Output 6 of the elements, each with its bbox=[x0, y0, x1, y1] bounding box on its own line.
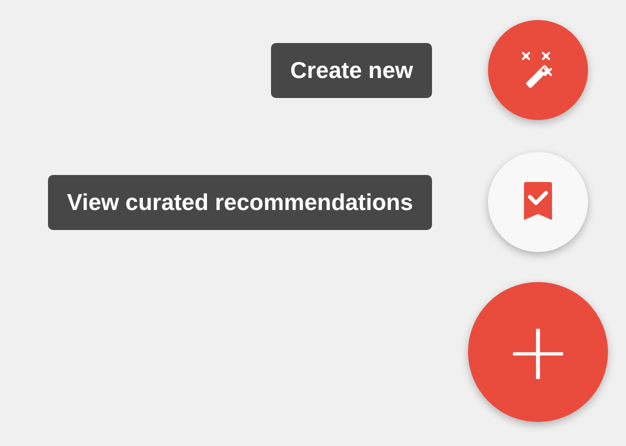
tooltip: Create new bbox=[271, 42, 432, 98]
bookmark-check-icon bbox=[522, 182, 554, 222]
action-button[interactable] bbox=[488, 20, 588, 120]
main-button[interactable]: + bbox=[468, 282, 608, 422]
tooltip: View curated recommendations bbox=[48, 174, 432, 230]
action-button[interactable] bbox=[488, 152, 588, 252]
